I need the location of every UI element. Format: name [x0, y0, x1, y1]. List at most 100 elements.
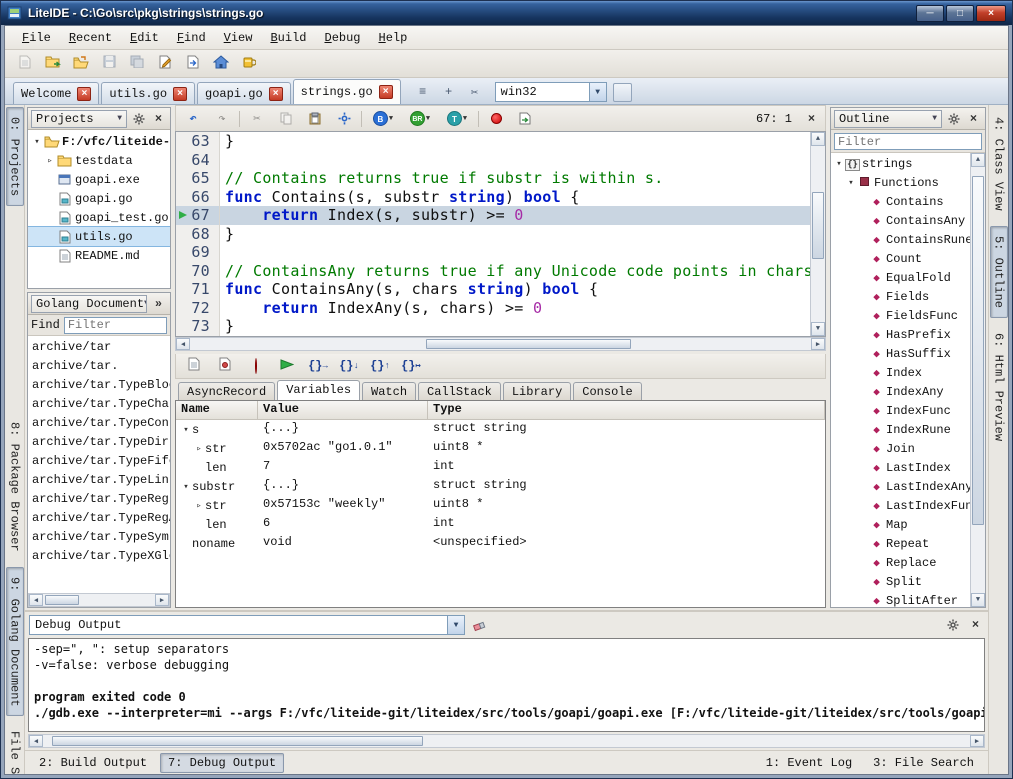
liteide-app-button[interactable] [237, 53, 261, 75]
line-number[interactable]: 69 [176, 243, 220, 262]
gear-icon[interactable] [945, 110, 962, 127]
doc-item-archive-tar-typechar[interactable]: archive/tar.TypeChar [28, 394, 170, 413]
gear-icon[interactable] [130, 110, 147, 127]
save-log-button[interactable] [213, 355, 237, 377]
expander-icon[interactable]: ▾ [31, 137, 43, 147]
outline-filter-input[interactable] [834, 133, 982, 150]
outline-item-fieldsfunc[interactable]: ◆FieldsFunc [831, 306, 970, 325]
line-number[interactable]: 67 [176, 206, 220, 225]
env-combo[interactable]: win32 ▼ [495, 82, 607, 102]
doc-item-archive-tar-typecont[interactable]: archive/tar.TypeCont [28, 413, 170, 432]
scroll-down-icon[interactable]: ▼ [811, 322, 825, 336]
projects-header-combo[interactable]: Projects ▼ [31, 110, 127, 128]
outline-item-indexfunc[interactable]: ◆IndexFunc [831, 401, 970, 420]
menu-find[interactable]: Find [168, 29, 215, 47]
outline-item-containsrune[interactable]: ◆ContainsRune [831, 230, 970, 249]
variable-row-substr[interactable]: ▾substr{...}struct string [176, 477, 825, 496]
code-line-67[interactable]: 67 return Index(s, substr) >= 0 [176, 206, 810, 225]
doc-item-archive-tar-typeblock[interactable]: archive/tar.TypeBlock [28, 375, 170, 394]
variable-row-len[interactable]: len6int [176, 515, 825, 534]
debug-tab-variables[interactable]: Variables [277, 380, 360, 400]
save-file-button[interactable] [97, 53, 121, 75]
code-line-73[interactable]: 73} [176, 317, 810, 336]
outline-item-replace[interactable]: ◆Replace [831, 553, 970, 572]
outline-item-map[interactable]: ◆Map [831, 515, 970, 534]
doc-item-archive-tar-typedir[interactable]: archive/tar.TypeDir [28, 432, 170, 451]
paste-button[interactable] [303, 108, 327, 130]
maximize-button[interactable]: □ [946, 5, 974, 22]
open-log-button[interactable] [182, 355, 206, 377]
project-item-goapi-go[interactable]: goapi.go [28, 189, 170, 208]
scroll-right-icon[interactable]: ▶ [970, 735, 984, 747]
editor-hscrollbar[interactable]: ◀ ▶ [175, 337, 826, 351]
column-value[interactable]: Value [258, 401, 428, 419]
line-number[interactable]: 70 [176, 262, 220, 281]
close-icon[interactable]: × [965, 110, 982, 127]
debug-tab-callstack[interactable]: CallStack [418, 382, 501, 400]
export-button[interactable] [513, 108, 537, 130]
tab-close-icon[interactable]: × [173, 87, 187, 101]
outline-item-containsany[interactable]: ◆ContainsAny [831, 211, 970, 230]
line-number[interactable]: 72 [176, 299, 220, 318]
open-folder-button[interactable] [69, 53, 93, 75]
variable-row-str[interactable]: ▹str0x5702ac "go1.0.1"uint8 * [176, 439, 825, 458]
debug-tab-asyncrecord[interactable]: AsyncRecord [178, 382, 275, 400]
tab-close-icon[interactable]: × [379, 85, 393, 99]
line-number[interactable]: 64 [176, 151, 220, 170]
test-menu-button[interactable]: T▼ [441, 108, 473, 130]
project-item-goapi-exe[interactable]: goapi.exe [28, 170, 170, 189]
redo-button[interactable]: ↷ [210, 108, 234, 130]
variable-row-noname[interactable]: nonamevoid<unspecified> [176, 534, 825, 553]
menu-build[interactable]: Build [261, 29, 315, 47]
build-run-menu-button[interactable]: BR▼ [404, 108, 436, 130]
new-file-button[interactable] [13, 53, 37, 75]
doc-item-archive-tar-typelink[interactable]: archive/tar.TypeLink [28, 470, 170, 489]
line-number[interactable]: 65 [176, 169, 220, 188]
outline-item-strings[interactable]: ▾{}strings [831, 154, 970, 173]
outline-item-hasprefix[interactable]: ◆HasPrefix [831, 325, 970, 344]
save-all-button[interactable] [125, 53, 149, 75]
side-tab-4-class-view[interactable]: 4: Class View [990, 107, 1008, 221]
status-button-3-file-search[interactable]: 3: File Search [865, 753, 982, 773]
project-item-goapi-test-go[interactable]: goapi_test.go [28, 208, 170, 227]
undo-button[interactable]: ↶ [181, 108, 205, 130]
close-tab-icon[interactable]: ✂ [465, 82, 485, 102]
code-line-64[interactable]: 64 [176, 151, 810, 170]
outline-item-join[interactable]: ◆Join [831, 439, 970, 458]
code-line-70[interactable]: 70// ContainsAny returns true if any Uni… [176, 262, 810, 281]
line-number[interactable]: 66 [176, 188, 220, 207]
menu-help[interactable]: Help [370, 29, 417, 47]
scroll-right-icon[interactable]: ▶ [155, 594, 169, 606]
expander-icon[interactable]: ▾ [833, 159, 845, 169]
code-line-68[interactable]: 68} [176, 225, 810, 244]
debug-record-button[interactable] [484, 108, 508, 130]
scroll-up-icon[interactable]: ▲ [811, 132, 825, 146]
outline-item-index[interactable]: ◆Index [831, 363, 970, 382]
project-item-utils-go[interactable]: utils.go [28, 227, 170, 246]
tab-close-icon[interactable]: × [77, 87, 91, 101]
code-line-71[interactable]: 71func ContainsAny(s, chars string) bool… [176, 280, 810, 299]
outline-item-count[interactable]: ◆Count [831, 249, 970, 268]
new-tab-icon[interactable]: + [439, 82, 459, 102]
outline-item-functions[interactable]: ▾Functions [831, 173, 970, 192]
build-config-icon[interactable] [332, 108, 356, 130]
tab-close-icon[interactable]: × [269, 87, 283, 101]
expander-icon[interactable]: ▹ [193, 444, 205, 454]
menu-edit[interactable]: Edit [121, 29, 168, 47]
scroll-left-icon[interactable]: ◀ [29, 735, 43, 747]
continue-button[interactable] [275, 355, 299, 377]
variable-row-len[interactable]: len7int [176, 458, 825, 477]
outline-item-contains[interactable]: ◆Contains [831, 192, 970, 211]
copy-button[interactable] [274, 108, 298, 130]
expander-icon[interactable]: ▾ [845, 178, 857, 188]
doc-list-hscrollbar[interactable]: ◀ ▶ [28, 593, 170, 607]
output-pane-combo[interactable]: Debug Output ▼ [29, 615, 465, 635]
doc-item-archive-tar-typefifo[interactable]: archive/tar.TypeFifo [28, 451, 170, 470]
debug-tab-console[interactable]: Console [573, 382, 641, 400]
outline-header-combo[interactable]: Outline ▼ [834, 110, 942, 128]
doc-item-archive-tar-typerega[interactable]: archive/tar.TypeRegA [28, 508, 170, 527]
line-number[interactable]: 68 [176, 225, 220, 244]
doc-tab-welcome[interactable]: Welcome× [13, 82, 99, 104]
variable-row-str[interactable]: ▹str0x57153c "weekly"uint8 * [176, 496, 825, 515]
expander-icon[interactable]: ▹ [193, 501, 205, 511]
